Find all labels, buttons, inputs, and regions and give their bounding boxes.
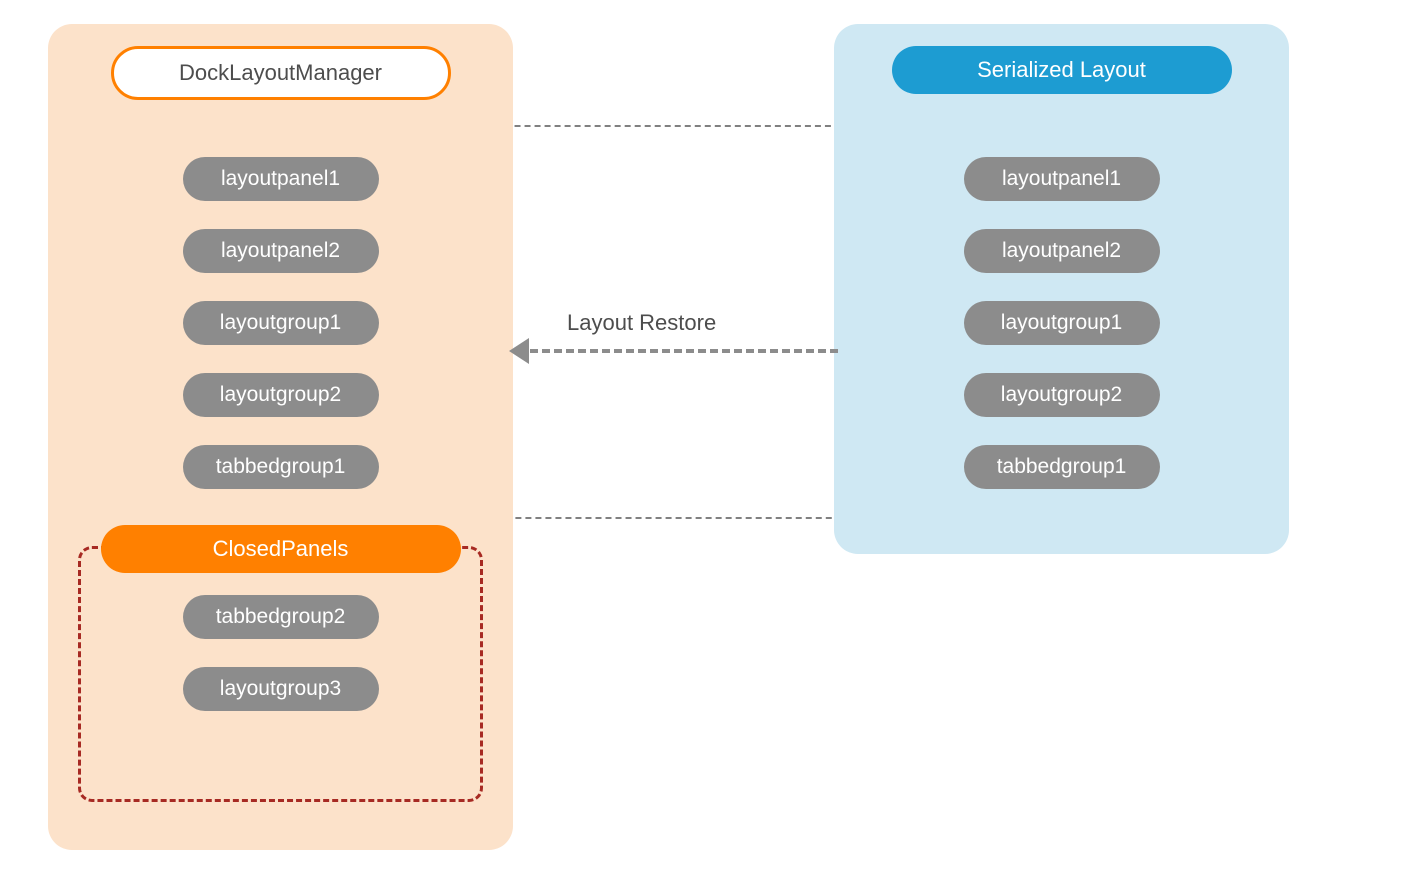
serialized-layout-panel: Serialized Layout layoutpanel1 layoutpan… [834,24,1289,554]
dock-layout-items: layoutpanel1 layoutpanel2 layoutgroup1 l… [78,126,483,520]
arrow-left-icon [509,338,529,364]
layout-item: layoutpanel2 [183,229,379,273]
layout-restore-arrow-line [518,349,838,353]
layout-item: tabbedgroup1 [183,445,379,489]
serialized-layout-items: layoutpanel1 layoutpanel2 layoutgroup1 l… [864,126,1259,520]
layout-item: layoutpanel1 [183,157,379,201]
layout-item: layoutpanel1 [964,157,1160,201]
layout-item: layoutpanel2 [964,229,1160,273]
closed-panel-item: tabbedgroup2 [183,595,379,639]
closed-panels-title: ClosedPanels [101,525,461,573]
serialized-layout-title: Serialized Layout [892,46,1232,94]
closed-panels-items: tabbedgroup2 layoutgroup3 [183,595,379,711]
layout-item: layoutgroup1 [964,301,1160,345]
dock-layout-manager-title: DockLayoutManager [111,46,451,100]
layout-item: layoutgroup2 [964,373,1160,417]
layout-item: layoutgroup2 [183,373,379,417]
layout-item: layoutgroup1 [183,301,379,345]
layout-restore-label: Layout Restore [567,310,716,336]
layout-item: tabbedgroup1 [964,445,1160,489]
closed-panels-box: ClosedPanels tabbedgroup2 layoutgroup3 [78,546,483,802]
closed-panel-item: layoutgroup3 [183,667,379,711]
dock-layout-manager-panel: DockLayoutManager layoutpanel1 layoutpan… [48,24,513,850]
